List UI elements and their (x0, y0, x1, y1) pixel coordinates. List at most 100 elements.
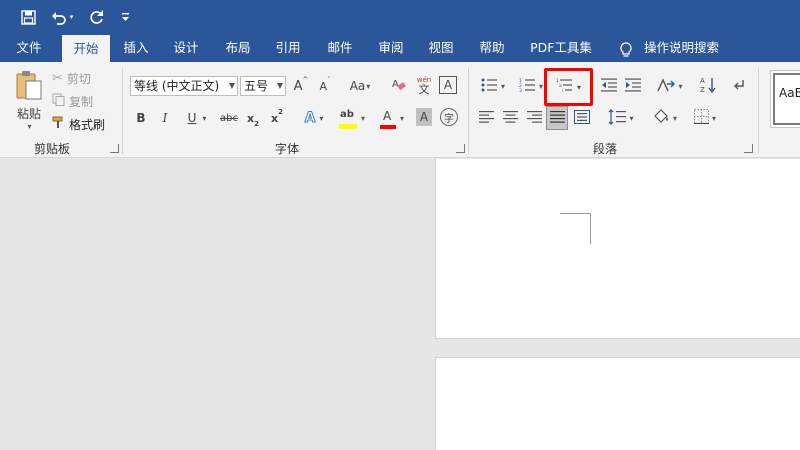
tab-insert[interactable]: 插入 (116, 34, 156, 62)
bold-button[interactable]: B (134, 108, 148, 128)
decrease-indent-icon (601, 78, 617, 95)
align-center-icon (502, 110, 518, 126)
svg-text:Z: Z (700, 86, 705, 94)
tab-design[interactable]: 设计 (166, 34, 206, 62)
shading-button[interactable]: ▾ (648, 106, 682, 130)
change-case-button[interactable]: Aa ▾ (344, 76, 376, 96)
save-icon[interactable] (16, 6, 40, 28)
line-spacing-button[interactable]: ▾ (604, 106, 638, 130)
chinese-layout-button[interactable]: ▾ (652, 76, 688, 96)
chevron-down-icon: ▾ (500, 81, 505, 91)
cut-label: 剪切 (66, 71, 91, 86)
document-canvas[interactable] (0, 159, 800, 450)
increase-indent-button[interactable] (622, 76, 644, 96)
align-right-button[interactable] (524, 108, 544, 128)
tab-layout[interactable]: 布局 (218, 34, 258, 62)
paste-button[interactable]: 粘贴 ▾ (10, 70, 48, 132)
document-page-2[interactable] (435, 357, 800, 450)
chevron-down-icon: ▾ (366, 81, 371, 91)
borders-button[interactable]: ▾ (688, 106, 722, 130)
svg-text:3: 3 (519, 88, 522, 92)
styles-gallery[interactable]: AaB (770, 70, 800, 128)
format-painter-button[interactable]: 格式刷 (52, 114, 105, 134)
paint-bucket-icon (653, 108, 670, 128)
cut-button[interactable]: ✂ 剪切 (52, 68, 91, 88)
font-color-button[interactable]: A ▾ (376, 106, 408, 130)
tell-me-search[interactable]: 操作说明搜索 (614, 34, 724, 62)
svg-text:A: A (700, 77, 705, 85)
align-center-button[interactable] (500, 108, 520, 128)
italic-button[interactable]: I (158, 108, 172, 128)
redo-icon[interactable] (86, 6, 108, 28)
subscript-button[interactable]: x2 (244, 108, 262, 129)
grow-font-button[interactable]: A ^ (292, 76, 310, 96)
multilevel-list-button[interactable]: 1ai ▾ (544, 68, 593, 106)
chevron-down-icon: ▾ (399, 113, 404, 123)
bullets-button[interactable]: ▾ (476, 76, 510, 96)
text-effects-button[interactable]: A ▾ (298, 108, 330, 128)
brush-icon (52, 116, 65, 132)
undo-dropdown-icon[interactable]: ▾ (70, 13, 74, 21)
highlight-button[interactable]: ab ▾ (334, 106, 370, 130)
copy-icon (52, 93, 65, 109)
chinese-layout-icon (657, 77, 676, 95)
bullets-icon (481, 78, 497, 95)
tab-home[interactable]: 开始 (62, 35, 110, 62)
document-page-1[interactable] (435, 159, 800, 339)
font-group-label: 字体 (275, 142, 300, 156)
tab-mailings[interactable]: 邮件 (320, 34, 360, 62)
subscript-icon: x (247, 111, 255, 125)
enclose-characters-button[interactable]: 字 (440, 108, 458, 126)
style-normal[interactable]: AaB (773, 73, 800, 125)
superscript-button[interactable]: x2 (268, 108, 286, 128)
justify-icon (549, 110, 565, 126)
clear-formatting-button[interactable]: A (388, 76, 408, 96)
distributed-button[interactable] (572, 108, 592, 128)
shrink-font-button[interactable]: Aˇ (316, 76, 334, 96)
tab-review[interactable]: 审阅 (371, 34, 411, 62)
paste-dropdown-icon[interactable]: ▾ (27, 122, 31, 131)
clipboard-launcher-icon[interactable] (110, 144, 119, 153)
tab-pdf-tools[interactable]: PDF工具集 (526, 34, 596, 62)
change-case-icon: Aa (349, 79, 366, 93)
show-hide-marks-button[interactable] (730, 76, 748, 96)
sort-icon: AZ (700, 76, 716, 97)
phonetic-guide-button[interactable]: wén 文 (414, 74, 434, 98)
font-size-dropdown[interactable]: 五号 ▼ (240, 76, 286, 96)
svg-text:i: i (562, 88, 563, 93)
copy-button[interactable]: 复制 (52, 91, 93, 111)
font-name-dropdown[interactable]: 等线 (中文正文) ▼ (130, 76, 238, 96)
format-painter-label: 格式刷 (69, 117, 106, 132)
character-border-icon: A (443, 78, 453, 92)
tab-references[interactable]: 引用 (268, 34, 308, 62)
character-shading-button[interactable]: A (416, 108, 432, 126)
paragraph-group-label: 段落 (593, 142, 618, 156)
tab-view[interactable]: 视图 (421, 34, 461, 62)
sort-button[interactable]: AZ (698, 75, 718, 97)
decrease-indent-button[interactable] (598, 76, 620, 96)
numbering-button[interactable]: 123 ▾ (514, 76, 548, 96)
tab-help[interactable]: 帮助 (472, 34, 512, 62)
undo-icon[interactable]: ▾ (47, 6, 77, 28)
character-shading-icon: A (419, 110, 429, 124)
paragraph-mark-icon (733, 79, 745, 94)
customize-qat-icon[interactable] (117, 6, 133, 28)
tab-file[interactable]: 文件 (8, 34, 50, 62)
svg-text:A: A (392, 79, 399, 90)
align-left-button[interactable] (476, 108, 496, 128)
character-border-button[interactable]: A (439, 76, 457, 94)
underline-button[interactable]: U ▾ (182, 108, 212, 128)
paragraph-launcher-icon[interactable] (744, 144, 753, 153)
strikethrough-icon: abc (220, 112, 238, 124)
font-launcher-icon[interactable] (456, 144, 465, 153)
borders-icon (693, 109, 709, 127)
font-name-value: 等线 (中文正文) (134, 79, 220, 93)
margin-corner-mark (560, 213, 591, 244)
chevron-down-icon: ▾ (711, 113, 716, 123)
chevron-down-icon: ▼ (276, 81, 283, 90)
scissors-icon: ✂ (52, 70, 63, 86)
justify-button[interactable] (546, 106, 568, 130)
tell-me-label: 操作说明搜索 (644, 40, 720, 55)
strikethrough-button[interactable]: abc (218, 108, 240, 128)
superscript-icon: x (271, 111, 279, 125)
